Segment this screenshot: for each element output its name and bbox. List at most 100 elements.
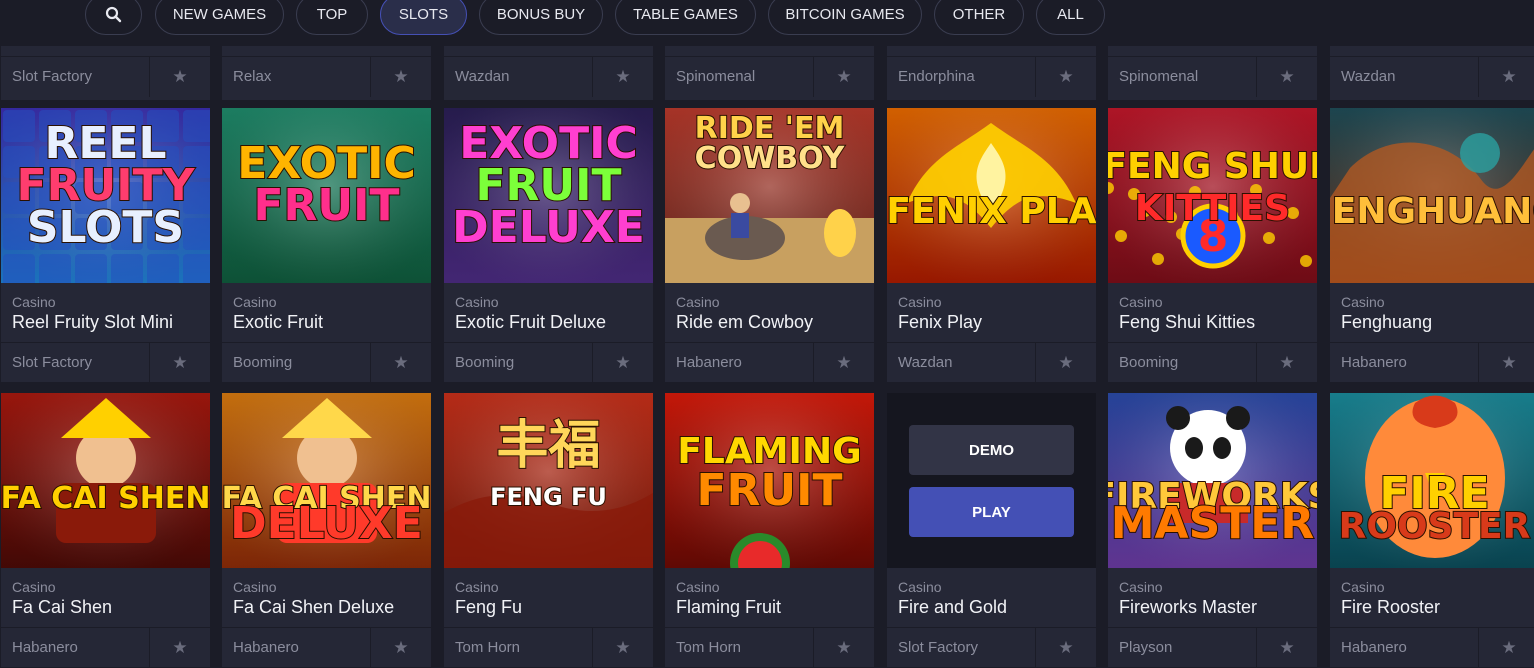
- game-thumbnail-1-3: FLAMINGFRUIT: [665, 393, 874, 568]
- game-title[interactable]: Flaming Fruit: [676, 597, 781, 618]
- game-title[interactable]: Exotic Fruit Deluxe: [455, 312, 606, 333]
- game-thumbnail[interactable]: RIDE 'EM COWBOY: [665, 108, 874, 283]
- game-thumbnail[interactable]: FIREWORKSMASTER: [1108, 393, 1317, 568]
- game-thumbnail[interactable]: FENIX PLA: [887, 108, 1096, 283]
- favorite-star-icon[interactable]: ★: [1256, 57, 1317, 97]
- favorite-star-icon[interactable]: ★: [1256, 343, 1317, 383]
- favorite-star-icon[interactable]: ★: [370, 343, 431, 383]
- provider-name: Booming: [1119, 354, 1179, 371]
- tab-all[interactable]: ALL: [1036, 0, 1105, 35]
- game-card[interactable]: EXOTIC FRUIT DELUXE Casino Exotic Fruit De…: [444, 108, 653, 383]
- favorite-star-icon[interactable]: ★: [813, 57, 874, 97]
- search-button[interactable]: [85, 0, 142, 35]
- favorite-star-icon[interactable]: ★: [149, 628, 210, 668]
- card-footer: Tom Horn ★: [665, 627, 874, 668]
- game-category: Casino: [1119, 579, 1163, 595]
- favorite-star-icon[interactable]: ★: [1478, 343, 1534, 383]
- favorite-star-icon[interactable]: ★: [1478, 628, 1534, 668]
- tab-bitcoin-games[interactable]: BITCOIN GAMES: [768, 0, 922, 35]
- tab-bonus-buy[interactable]: BONUS BUY: [479, 0, 603, 35]
- game-card[interactable]: FENGHUANG Casino Fenghuang Habanero ★: [1330, 108, 1534, 383]
- favorite-star-icon[interactable]: ★: [149, 57, 210, 97]
- favorite-star-icon[interactable]: ★: [813, 343, 874, 383]
- game-thumbnail[interactable]: REEL FRUITY SLOTS: [1, 108, 210, 283]
- game-card[interactable]: Spinomenal ★: [665, 46, 874, 100]
- game-card[interactable]: Relax ★: [222, 46, 431, 100]
- tab-slots[interactable]: SLOTS: [380, 0, 467, 35]
- game-card[interactable]: EXOTIC FRUIT Casino Exotic Fruit Booming …: [222, 108, 431, 383]
- game-title[interactable]: Ride em Cowboy: [676, 312, 813, 333]
- game-card[interactable]: FA CAI SHEN DELUXE Casino Fa Cai Shen Del…: [222, 393, 431, 668]
- game-thumbnail-0-0: REELFRUITYSLOTS: [1, 108, 210, 283]
- favorite-star-icon[interactable]: ★: [370, 57, 431, 97]
- provider-name: Wazdan: [1341, 68, 1396, 85]
- tab-other[interactable]: OTHER: [934, 0, 1024, 35]
- game-hover-overlay: DEMO PLAY: [887, 393, 1096, 568]
- tab-new-games[interactable]: NEW GAMES: [155, 0, 284, 35]
- game-card[interactable]: Slot Factory ★: [1, 46, 210, 100]
- favorite-star-icon[interactable]: ★: [1035, 57, 1096, 97]
- game-title[interactable]: Exotic Fruit: [233, 312, 323, 333]
- favorite-star-icon[interactable]: ★: [1035, 343, 1096, 383]
- provider-name: Slot Factory: [898, 639, 979, 656]
- game-card[interactable]: FLAMING FRUIT Casino Flaming Fruit Tom Ho…: [665, 393, 874, 668]
- favorite-star-icon[interactable]: ★: [813, 628, 874, 668]
- favorite-star-icon[interactable]: ★: [592, 343, 653, 383]
- game-card[interactable]: DEMO PLAY Casino Fire and Gold Slot Fact…: [887, 393, 1096, 668]
- game-thumbnail-1-0: FA CAI SHEN: [1, 393, 210, 568]
- game-card[interactable]: FIREWORKSMASTER Casino Fireworks Master …: [1108, 393, 1317, 668]
- game-thumbnail-1-1: FA CAI SHENDELUXE: [222, 393, 431, 568]
- game-thumbnail[interactable]: FLAMING FRUIT: [665, 393, 874, 568]
- favorite-star-icon[interactable]: ★: [592, 628, 653, 668]
- game-title[interactable]: Feng Shui Kitties: [1119, 312, 1255, 333]
- game-card[interactable]: Wazdan ★: [1330, 46, 1534, 100]
- demo-button[interactable]: DEMO: [909, 425, 1074, 475]
- game-title[interactable]: Fa Cai Shen Deluxe: [233, 597, 394, 618]
- provider-name: Endorphina: [898, 68, 975, 85]
- game-card[interactable]: FENIX PLA Casino Fenix Play Wazdan ★: [887, 108, 1096, 383]
- game-category: Casino: [898, 579, 942, 595]
- card-footer: Spinomenal ★: [665, 56, 874, 97]
- favorite-star-icon[interactable]: ★: [1035, 628, 1096, 668]
- card-footer: Booming ★: [1108, 342, 1317, 383]
- favorite-star-icon[interactable]: ★: [1256, 628, 1317, 668]
- game-title[interactable]: Fa Cai Shen: [12, 597, 112, 618]
- favorite-star-icon[interactable]: ★: [1478, 57, 1534, 97]
- game-thumbnail[interactable]: FA CAI SHEN DELUXE: [222, 393, 431, 568]
- game-title[interactable]: Fenix Play: [898, 312, 982, 333]
- game-title[interactable]: Feng Fu: [455, 597, 522, 618]
- game-card[interactable]: Wazdan ★: [444, 46, 653, 100]
- game-title[interactable]: Fire Rooster: [1341, 597, 1440, 618]
- game-thumbnail-1-2: 丰福 FENG FU: [444, 393, 653, 568]
- game-thumbnail[interactable]: FIRE ROOSTER: [1330, 393, 1534, 568]
- game-card[interactable]: Endorphina ★: [887, 46, 1096, 100]
- game-card[interactable]: Spinomenal ★: [1108, 46, 1317, 100]
- provider-name: Tom Horn: [676, 639, 742, 656]
- game-title[interactable]: Fenghuang: [1341, 312, 1432, 333]
- provider-name: Habanero: [1341, 354, 1407, 371]
- game-card[interactable]: 8 FENG SHUI KITTIES Casino Feng Shui Kitti…: [1108, 108, 1317, 383]
- game-card[interactable]: RIDE 'EM COWBOY Casino Ride em Cowboy Hab…: [665, 108, 874, 383]
- game-thumbnail[interactable]: FA CAI SHEN: [1, 393, 210, 568]
- favorite-star-icon[interactable]: ★: [370, 628, 431, 668]
- game-card[interactable]: FA CAI SHEN Casino Fa Cai Shen Habanero …: [1, 393, 210, 668]
- game-thumbnail[interactable]: 8 FENG SHUI KITTIES: [1108, 108, 1317, 283]
- game-title[interactable]: Fire and Gold: [898, 597, 1007, 618]
- favorite-star-icon[interactable]: ★: [149, 343, 210, 383]
- game-title[interactable]: Reel Fruity Slot Mini: [12, 312, 173, 333]
- tab-top[interactable]: TOP: [296, 0, 368, 35]
- game-thumbnail[interactable]: DEMO PLAY: [887, 393, 1096, 568]
- play-button[interactable]: PLAY: [909, 487, 1074, 537]
- game-thumbnail[interactable]: EXOTIC FRUIT: [222, 108, 431, 283]
- game-thumbnail[interactable]: EXOTIC FRUIT DELUXE: [444, 108, 653, 283]
- tab-table-games[interactable]: TABLE GAMES: [615, 0, 756, 35]
- card-footer: Wazdan ★: [887, 342, 1096, 383]
- game-thumbnail[interactable]: 丰福 FENG FU: [444, 393, 653, 568]
- game-card[interactable]: REEL FRUITY SLOTS Casino Reel Fruity Slot …: [1, 108, 210, 383]
- favorite-star-icon[interactable]: ★: [592, 57, 653, 97]
- game-card[interactable]: FIRE ROOSTER Casino Fire Rooster Habanero…: [1330, 393, 1534, 668]
- game-thumbnail-1-6: FIREROOSTER: [1330, 393, 1534, 568]
- game-title[interactable]: Fireworks Master: [1119, 597, 1257, 618]
- game-card[interactable]: 丰福 FENG FU Casino Feng Fu Tom Horn ★: [444, 393, 653, 668]
- game-thumbnail[interactable]: FENGHUANG: [1330, 108, 1534, 283]
